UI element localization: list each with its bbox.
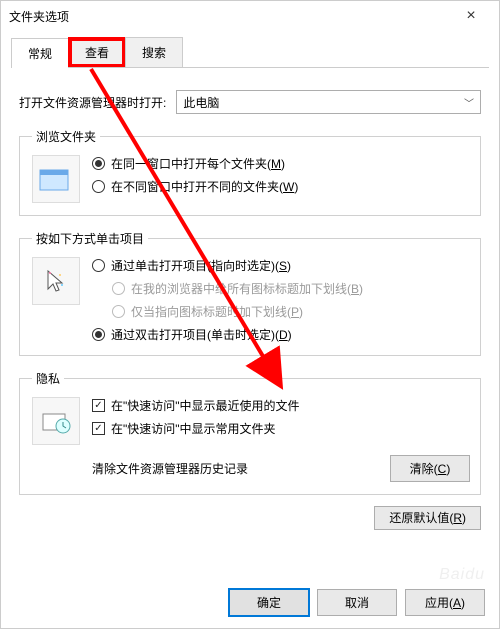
open-in-label: 打开文件资源管理器时打开: [19,94,166,111]
clear-button[interactable]: 清除(C) [390,455,470,482]
checkbox-icon [92,422,105,435]
tab-bar: 常规 查看 搜索 [11,37,489,68]
restore-defaults-button[interactable]: 还原默认值(R) [374,506,481,530]
tab-general[interactable]: 常规 [11,38,69,68]
radio-icon [112,305,125,318]
radio-icon [92,259,105,272]
cancel-button[interactable]: 取消 [317,589,397,616]
checkbox-icon [92,399,105,412]
privacy-group: 隐私 在"快速访问"中显示最近使用的文件 在"快速访问"中显示常用文件夹 清 [19,370,481,495]
click-legend: 按如下方式单击项目 [32,230,148,247]
close-icon[interactable]: × [451,2,491,30]
window-title: 文件夹选项 [9,8,451,25]
radio-same-window[interactable]: 在同一窗口中打开每个文件夹(M) [92,155,298,172]
check-freq-folders[interactable]: 在"快速访问"中显示常用文件夹 [92,420,470,437]
clear-history-label: 清除文件资源管理器历史记录 [92,460,248,477]
radio-own-window[interactable]: 在不同窗口中打开不同的文件夹(W) [92,178,298,195]
watermark: Baidu [439,566,485,584]
tab-view[interactable]: 查看 [68,37,126,67]
browse-folders-group: 浏览文件夹 在同一窗口中打开每个文件夹(M) 在不同窗口中打开不同的文件夹(W) [19,128,481,216]
open-in-dropdown[interactable]: 此电脑 ﹀ [176,90,481,114]
check-recent-files[interactable]: 在"快速访问"中显示最近使用的文件 [92,397,470,414]
radio-underline-browser: 在我的浏览器中给所有图标标题加下划线(B) [112,280,363,297]
radio-double-click[interactable]: 通过双击打开项目(单击时选定)(D) [92,326,363,343]
click-items-group: 按如下方式单击项目 通过单击打开项目(指向时选定)(S) 在我的浏览器中给所有图… [19,230,481,356]
radio-single-click[interactable]: 通过单击打开项目(指向时选定)(S) [92,257,363,274]
radio-icon [92,157,105,170]
privacy-legend: 隐私 [32,370,64,387]
radio-icon [92,180,105,193]
ok-button[interactable]: 确定 [229,589,309,616]
apply-button[interactable]: 应用(A) [405,589,485,616]
radio-icon [92,328,105,341]
open-in-value: 此电脑 [183,94,219,111]
history-icon [32,397,80,445]
tab-search[interactable]: 搜索 [125,37,183,67]
browse-legend: 浏览文件夹 [32,128,100,145]
chevron-down-icon: ﹀ [464,95,474,110]
radio-underline-point: 仅当指向图标标题时加下划线(P) [112,303,363,320]
folder-window-icon [32,155,80,203]
cursor-icon [32,257,80,305]
radio-icon [112,282,125,295]
